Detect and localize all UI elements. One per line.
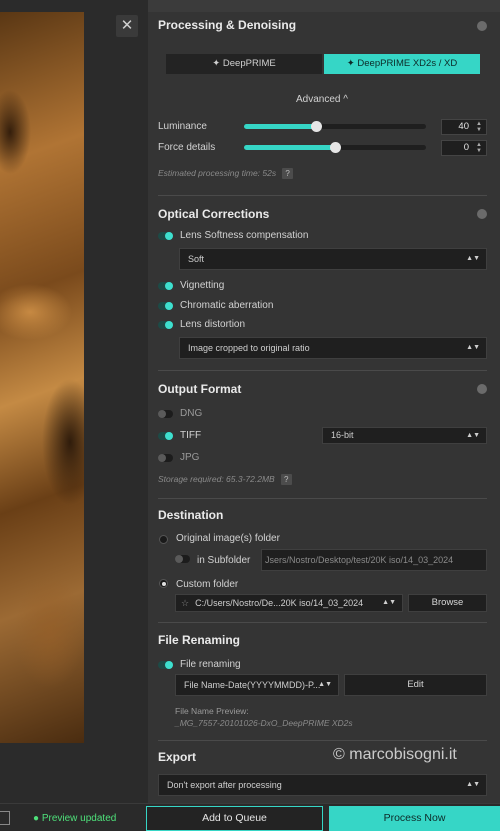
file-name-preview-value: _MG_7557-20101026-DxO_DeepPRIME XD2s: [175, 718, 353, 728]
rename-pattern-select[interactable]: File Name-Date(YYYYMMDD)-P... ▲▼: [175, 674, 339, 696]
distortion-select[interactable]: Image cropped to original ratio ▲▼: [179, 337, 487, 359]
browse-button[interactable]: Browse: [408, 594, 487, 612]
stepper-arrows-icon[interactable]: ▲ ▼: [474, 142, 484, 154]
softness-select-value: Soft: [188, 254, 205, 264]
divider: [158, 195, 487, 196]
export-select-value: Don't export after processing: [167, 780, 282, 790]
preview-status: ● Preview updated: [33, 813, 117, 824]
help-question-icon[interactable]: ?: [282, 168, 294, 179]
storage-required-text: Storage required: 65.3-72.2MB: [158, 474, 275, 484]
chevron-updown-icon: ▲▼: [318, 681, 332, 688]
section-title-renaming: File Renaming: [158, 633, 241, 647]
force-details-slider-fill: [244, 145, 335, 150]
help-question-icon[interactable]: ?: [280, 474, 292, 485]
force-details-value-field[interactable]: 0 ▲ ▼: [441, 140, 487, 156]
chevron-updown-icon: ▲▼: [466, 432, 480, 439]
divider: [158, 370, 487, 371]
custom-folder-path: C:/Users/Nostro/De...20K iso/14_03_2024: [195, 598, 364, 608]
original-folder-radio[interactable]: [159, 535, 168, 544]
section-title-output: Output Format: [158, 382, 242, 396]
custom-folder-radio[interactable]: [159, 579, 168, 588]
softness-select[interactable]: Soft ▲▼: [179, 248, 487, 270]
tiff-bitdepth-select[interactable]: 16-bit ▲▼: [322, 427, 487, 444]
edit-button[interactable]: Edit: [344, 674, 487, 696]
subfolder-path-field[interactable]: Jsers/Nostro/Desktop/test/20K iso/14_03_…: [261, 549, 487, 571]
custom-folder-select[interactable]: ☆ C:/Users/Nostro/De...20K iso/14_03_2024…: [175, 594, 403, 612]
export-settings-panel: Processing & Denoising ✦ DeepPRIME ✦ Dee…: [148, 12, 500, 803]
distortion-toggle[interactable]: [158, 321, 173, 329]
chevron-updown-icon: ▲▼: [382, 599, 396, 606]
deepprime-xd-button[interactable]: ✦ DeepPRIME XD2s / XD: [324, 54, 480, 74]
divider: [158, 622, 487, 623]
custom-folder-label: Custom folder: [176, 579, 239, 590]
luminance-slider-fill: [244, 124, 317, 129]
deepprime-button[interactable]: ✦ DeepPRIME: [166, 54, 322, 74]
dng-label: DNG: [180, 408, 203, 419]
bottom-bar: ● Preview updated Add to Queue Process N…: [0, 803, 500, 831]
star-icon[interactable]: ☆: [181, 598, 189, 608]
storage-required: Storage required: 65.3-72.2MB?: [158, 474, 292, 485]
photo-preview: [0, 12, 84, 743]
section-title-export: Export: [158, 750, 197, 764]
close-button[interactable]: ✕: [116, 15, 138, 37]
jpg-label: JPG: [180, 452, 200, 463]
export-select[interactable]: Don't export after processing ▲▼: [158, 774, 487, 796]
luminance-slider[interactable]: [244, 121, 426, 132]
advanced-toggle[interactable]: Advanced ^: [296, 94, 348, 105]
luminance-slider-thumb[interactable]: [311, 121, 323, 132]
watermark: © marcobisogni.it: [333, 746, 457, 763]
file-name-preview-label: File Name Preview:: [175, 706, 249, 716]
file-renaming-toggle[interactable]: [158, 661, 173, 669]
help-icon[interactable]: [477, 21, 487, 31]
tiff-label: TIFF: [180, 430, 202, 441]
chevron-updown-icon: ▲▼: [466, 344, 480, 351]
jpg-toggle[interactable]: [158, 454, 173, 462]
file-renaming-label: File renaming: [180, 659, 241, 670]
luminance-label: Luminance: [158, 121, 207, 132]
estimated-time-text: Estimated processing time: 52s: [158, 168, 277, 178]
rename-pattern-value: File Name-Date(YYYYMMDD)-P...: [184, 680, 321, 690]
subfolder-label: in Subfolder: [197, 555, 251, 566]
subfolder-toggle[interactable]: [175, 555, 190, 563]
tiff-toggle[interactable]: [158, 432, 173, 440]
add-to-queue-button[interactable]: Add to Queue: [146, 806, 323, 831]
distortion-select-value: Image cropped to original ratio: [188, 343, 310, 353]
lens-softness-label: Lens Softness compensation: [180, 230, 309, 241]
force-details-value: 0: [463, 142, 469, 153]
chromatic-label: Chromatic aberration: [180, 300, 274, 311]
section-title-optical: Optical Corrections: [158, 207, 270, 221]
force-details-slider-thumb[interactable]: [329, 142, 341, 153]
panel-toggle-icon[interactable]: [0, 811, 10, 825]
lens-softness-toggle[interactable]: [158, 232, 173, 240]
original-folder-label: Original image(s) folder: [176, 533, 280, 544]
distortion-label: Lens distortion: [180, 319, 246, 330]
estimated-time: Estimated processing time: 52s?: [158, 168, 294, 179]
force-details-slider[interactable]: [244, 142, 426, 153]
chevron-updown-icon: ▲▼: [466, 255, 480, 262]
section-title-processing: Processing & Denoising: [158, 18, 297, 32]
luminance-value-field[interactable]: 40 ▲ ▼: [441, 119, 487, 135]
section-title-destination: Destination: [158, 508, 224, 522]
vignetting-toggle[interactable]: [158, 282, 173, 290]
vignetting-label: Vignetting: [180, 280, 225, 291]
image-preview-area: ✕: [0, 0, 148, 803]
subfolder-path: Jsers/Nostro/Desktop/test/20K iso/14_03_…: [265, 555, 454, 565]
tiff-bitdepth-value: 16-bit: [331, 430, 354, 440]
help-icon[interactable]: [477, 384, 487, 394]
chromatic-toggle[interactable]: [158, 302, 173, 310]
help-icon[interactable]: [477, 209, 487, 219]
chevron-updown-icon: ▲▼: [466, 781, 480, 788]
luminance-value: 40: [458, 121, 469, 132]
stepper-arrows-icon[interactable]: ▲ ▼: [474, 121, 484, 133]
divider: [158, 740, 487, 741]
force-details-label: Force details: [158, 142, 216, 153]
close-icon: ✕: [120, 17, 134, 34]
dng-toggle[interactable]: [158, 410, 173, 418]
process-now-button[interactable]: Process Now: [329, 806, 500, 831]
divider: [158, 498, 487, 499]
